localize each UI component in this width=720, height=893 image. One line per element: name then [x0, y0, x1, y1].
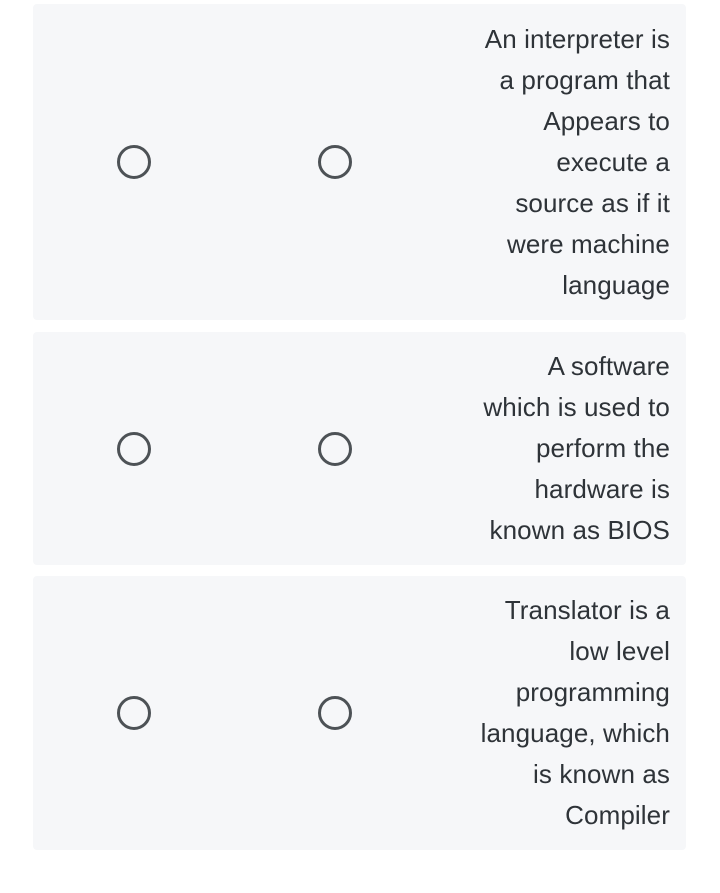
statement-text-option-1: An interpreter is a program that Appears…	[484, 23, 670, 300]
radio-cell-column-a	[33, 4, 235, 320]
statement-text-option-3: Translator is a low level programming la…	[480, 595, 670, 830]
radio-button-option-3-choice-b[interactable]	[318, 696, 352, 730]
statement-text-option-2: A software which is used to perform the …	[483, 351, 670, 545]
statement-option-row: An interpreter is a program that Appears…	[33, 4, 686, 320]
statement-cell: An interpreter is a program that Appears…	[435, 4, 686, 320]
radio-button-option-1-choice-a[interactable]	[117, 145, 151, 179]
statement-option-row: A software which is used to perform the …	[33, 332, 686, 565]
radio-cell-column-b	[235, 4, 435, 320]
radio-cell-column-a	[33, 576, 235, 850]
statement-option-row: Translator is a low level programming la…	[33, 576, 686, 850]
radio-button-option-2-choice-b[interactable]	[318, 431, 352, 466]
statement-options-list: An interpreter is a program that Appears…	[0, 0, 720, 893]
radio-button-option-1-choice-b[interactable]	[318, 145, 352, 179]
radio-button-option-3-choice-a[interactable]	[117, 696, 151, 730]
statement-cell: Translator is a low level programming la…	[435, 576, 686, 850]
radio-cell-column-b	[235, 332, 435, 565]
radio-cell-column-a	[33, 332, 235, 565]
statement-cell: A software which is used to perform the …	[435, 332, 686, 565]
radio-cell-column-b	[235, 576, 435, 850]
radio-button-option-2-choice-a[interactable]	[117, 431, 151, 466]
